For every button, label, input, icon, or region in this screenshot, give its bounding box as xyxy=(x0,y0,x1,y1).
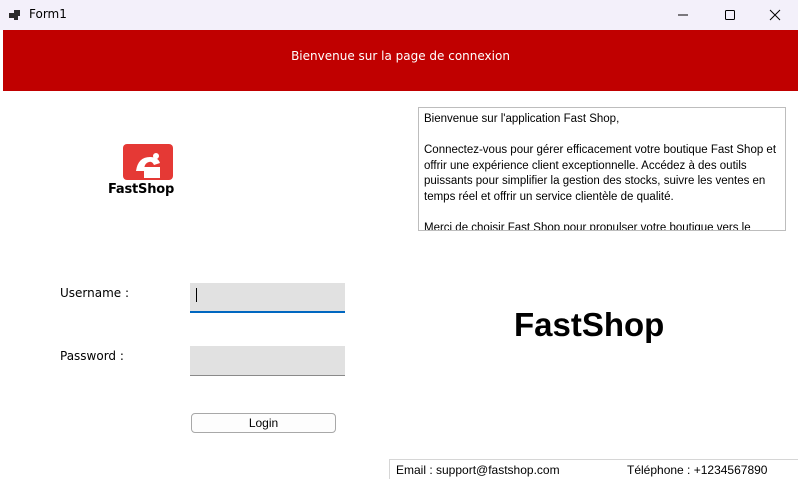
password-input[interactable] xyxy=(190,346,345,376)
logo-text: FastShop xyxy=(108,182,175,197)
welcome-paragraph: Merci de choisir Fast Shop pour propulse… xyxy=(424,221,751,231)
contact-footer: Email : support@fastshop.com Téléphone :… xyxy=(389,459,798,479)
window-title: Form1 xyxy=(29,7,67,21)
maximize-button[interactable] xyxy=(707,0,753,30)
title-bar: Form1 xyxy=(0,0,798,30)
username-label: Username : xyxy=(60,286,130,300)
banner-text: Bienvenue sur la page de connexion xyxy=(291,49,510,63)
maximize-icon xyxy=(725,10,735,20)
password-label: Password : xyxy=(60,349,124,363)
welcome-paragraph: Connectez-vous pour gérer efficacement v… xyxy=(424,144,777,203)
app-icon xyxy=(9,10,20,20)
welcome-textbox[interactable]: Bienvenue sur l'application Fast Shop, C… xyxy=(418,107,786,231)
minimize-icon xyxy=(678,14,688,16)
minimize-button[interactable] xyxy=(660,0,706,30)
close-button[interactable] xyxy=(752,0,798,30)
close-icon xyxy=(769,9,781,21)
welcome-paragraph: Bienvenue sur l'application Fast Shop, xyxy=(424,113,620,125)
username-input[interactable] xyxy=(190,283,345,313)
brand-title: FastShop xyxy=(514,306,665,343)
support-phone: Téléphone : +1234567890 xyxy=(627,463,768,477)
support-email: Email : support@fastshop.com xyxy=(396,463,560,477)
login-button[interactable]: Login xyxy=(191,413,336,433)
text-caret xyxy=(196,288,197,302)
welcome-banner: Bienvenue sur la page de connexion xyxy=(3,30,798,91)
